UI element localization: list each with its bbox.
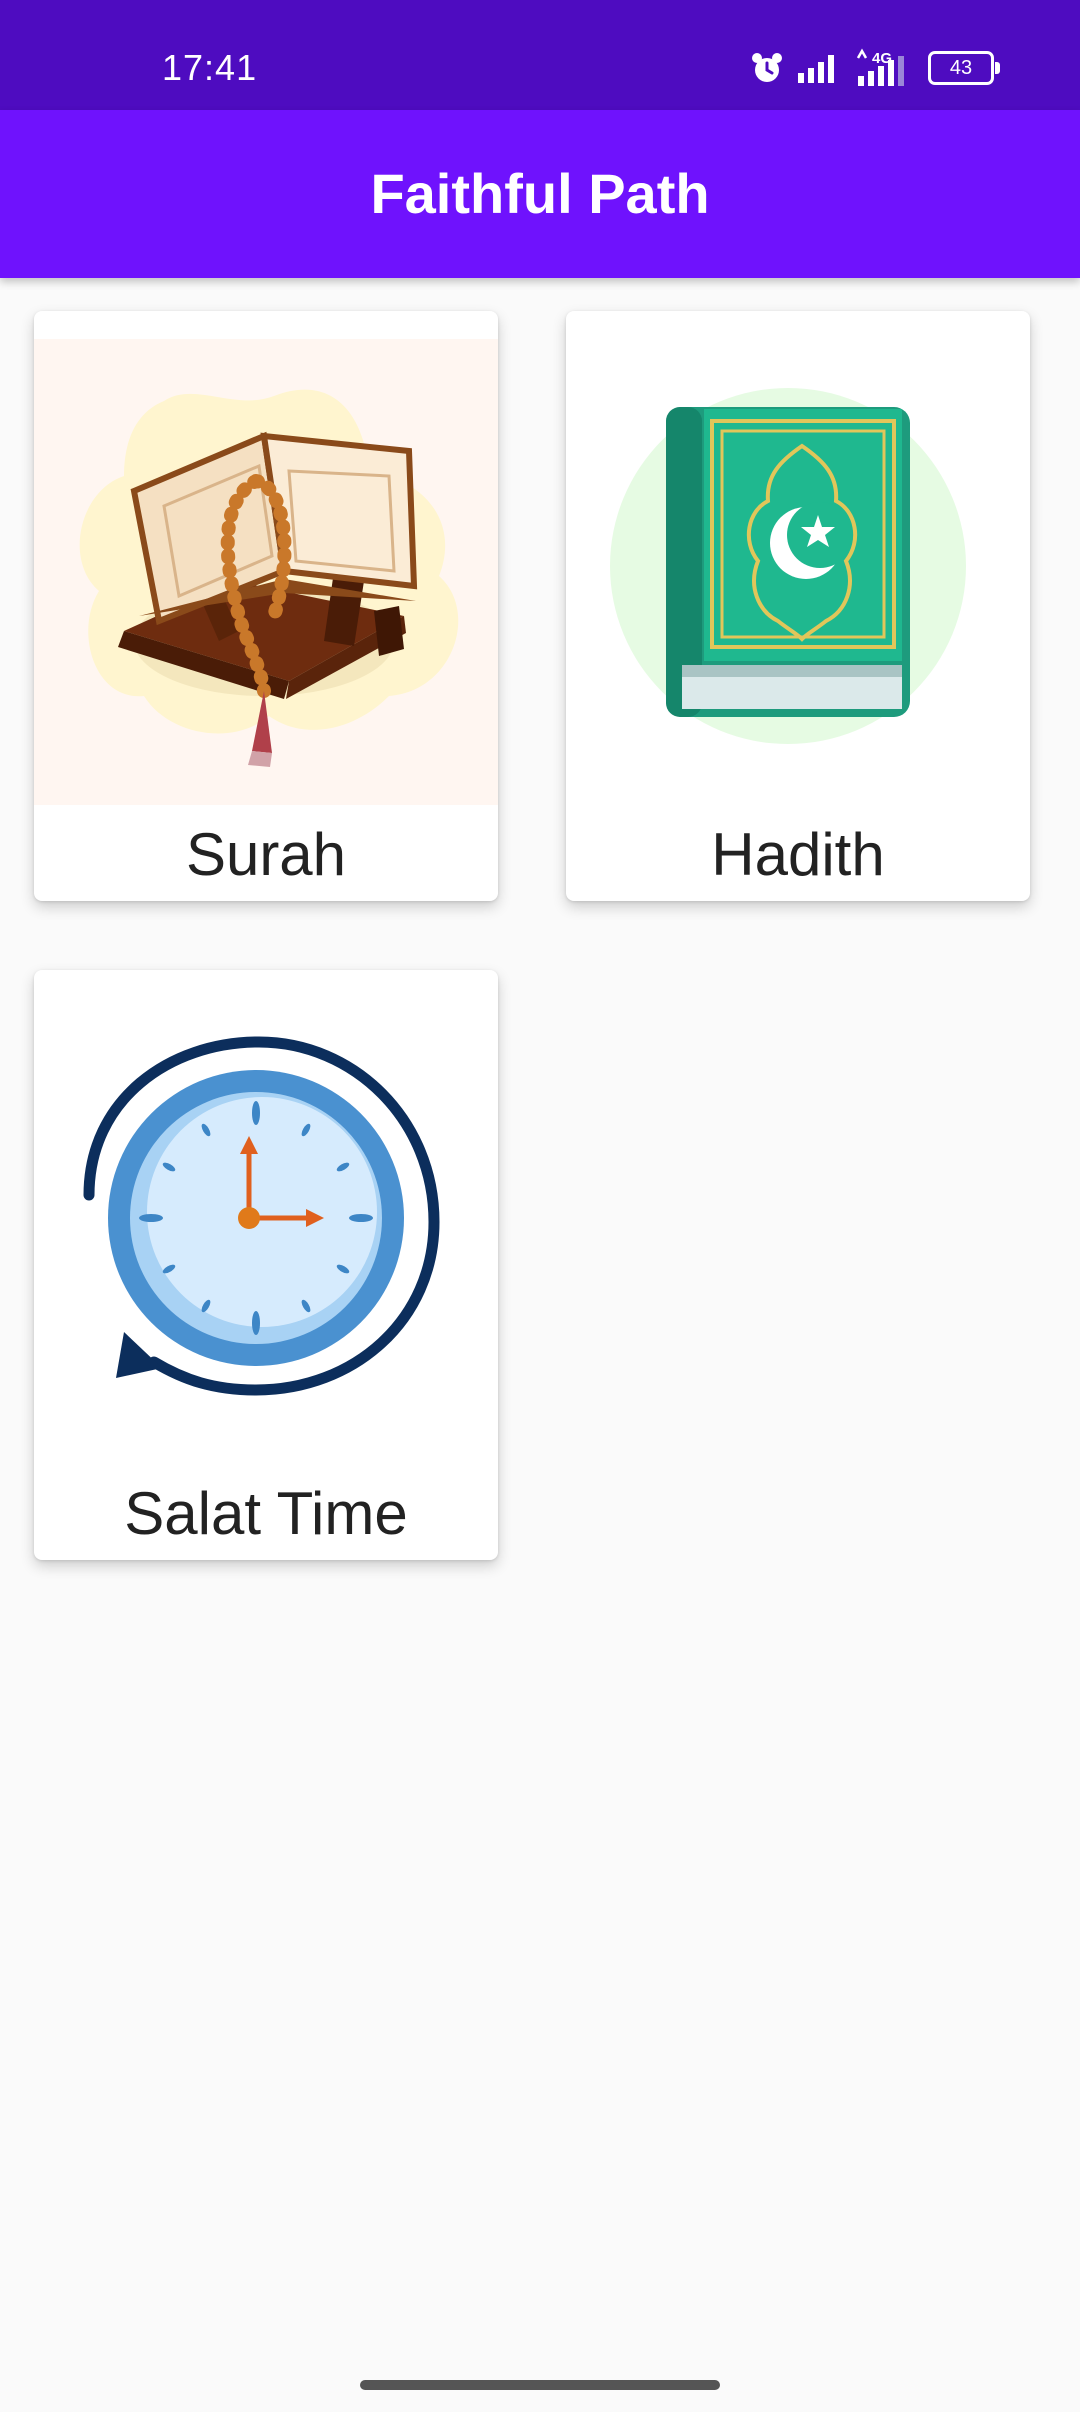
app-bar: Faithful Path <box>0 110 1080 278</box>
status-time: 17:41 <box>162 47 258 88</box>
battery-level: 43 <box>949 57 973 79</box>
alarm-icon <box>752 53 782 82</box>
signal-icon <box>798 55 834 83</box>
gesture-navigation-handle[interactable] <box>360 2380 720 2390</box>
quran-on-stand-icon <box>34 339 498 805</box>
surah-card[interactable]: Surah <box>34 311 498 901</box>
status-icons: 4G 43 <box>750 44 1000 92</box>
hadith-label: Hadith <box>711 821 885 888</box>
salat-time-card[interactable]: Salat Time <box>34 970 498 1560</box>
app-title: Faithful Path <box>370 162 710 225</box>
hadith-card[interactable]: Hadith <box>566 311 1030 901</box>
surah-label: Surah <box>185 821 347 888</box>
clock-icon <box>83 1036 440 1396</box>
hadith-book-icon <box>610 388 966 744</box>
battery-icon: 43 <box>928 51 1000 85</box>
status-bar: 17:41 4G 43 <box>0 0 1080 110</box>
signal-4g-icon: 4G <box>856 48 904 86</box>
salat-time-label: Salat Time <box>124 1480 408 1547</box>
